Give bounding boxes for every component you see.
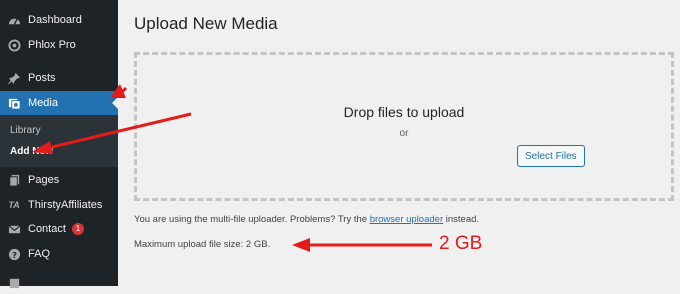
mail-icon [7,222,21,236]
sidebar-item-label: FAQ [28,248,51,260]
svg-text:?: ? [12,249,17,259]
sidebar-item-dashboard[interactable]: Dashboard [0,8,118,32]
sidebar-item-label: Pages [28,174,60,186]
page-title: Upload New Media [134,14,278,33]
admin-sidebar: Dashboard Phlox Pro Posts Media Library … [0,0,119,288]
select-files-button[interactable]: Select Files [517,145,585,167]
uploader-note-prefix: You are using the multi-file uploader. P… [134,214,370,225]
sidebar-item-posts[interactable]: Posts [0,66,118,90]
notification-badge: 1 [71,223,84,235]
annotation-2gb-label: 2 GB [439,233,483,254]
max-upload-size: Maximum upload file size: 2 GB. [134,239,271,250]
active-menu-pointer [112,96,119,110]
menu-icon [7,275,21,289]
sidebar-item-faq[interactable]: ? FAQ [0,242,118,266]
help-icon: ? [7,247,21,261]
upload-dropzone[interactable]: Drop files to upload or Select Files [134,52,674,201]
sidebar-item-thirstyaffiliates[interactable]: TA ThirstyAffiliates [0,193,118,217]
sidebar-item-label: Posts [28,72,56,84]
sidebar-item-label: Dashboard [28,14,82,26]
sidebar-item-label: Contact [28,223,66,235]
sidebar-item-label: Media [28,97,58,109]
submenu-item-library[interactable]: Library [10,125,41,136]
sidebar-item-phlox-pro[interactable]: Phlox Pro [0,33,118,57]
sidebar-item-label: Phlox Pro [28,39,76,51]
sidebar-item-contact[interactable]: Contact 1 [0,217,118,241]
sidebar-item-pages[interactable]: Pages [0,168,118,192]
pages-icon [7,173,21,187]
uploader-note: You are using the multi-file uploader. P… [134,214,479,225]
browser-uploader-link[interactable]: browser uploader [370,214,443,225]
sidebar-item-label: ThirstyAffiliates [28,199,103,211]
submenu-item-add-new[interactable]: Add New [10,146,53,157]
sidebar-item-media[interactable]: Media [0,91,118,115]
sidebar-item-partial[interactable] [0,270,118,294]
phlox-icon [7,38,21,52]
uploader-note-suffix: instead. [443,214,480,225]
drop-files-text: Drop files to upload [343,104,465,120]
pin-icon [7,71,21,85]
dashboard-icon [7,13,21,27]
or-text: or [399,128,409,139]
media-icon [7,96,21,110]
arrow-to-max-size [292,238,432,252]
media-submenu: Library Add New [0,115,118,167]
ta-icon: TA [8,200,20,210]
